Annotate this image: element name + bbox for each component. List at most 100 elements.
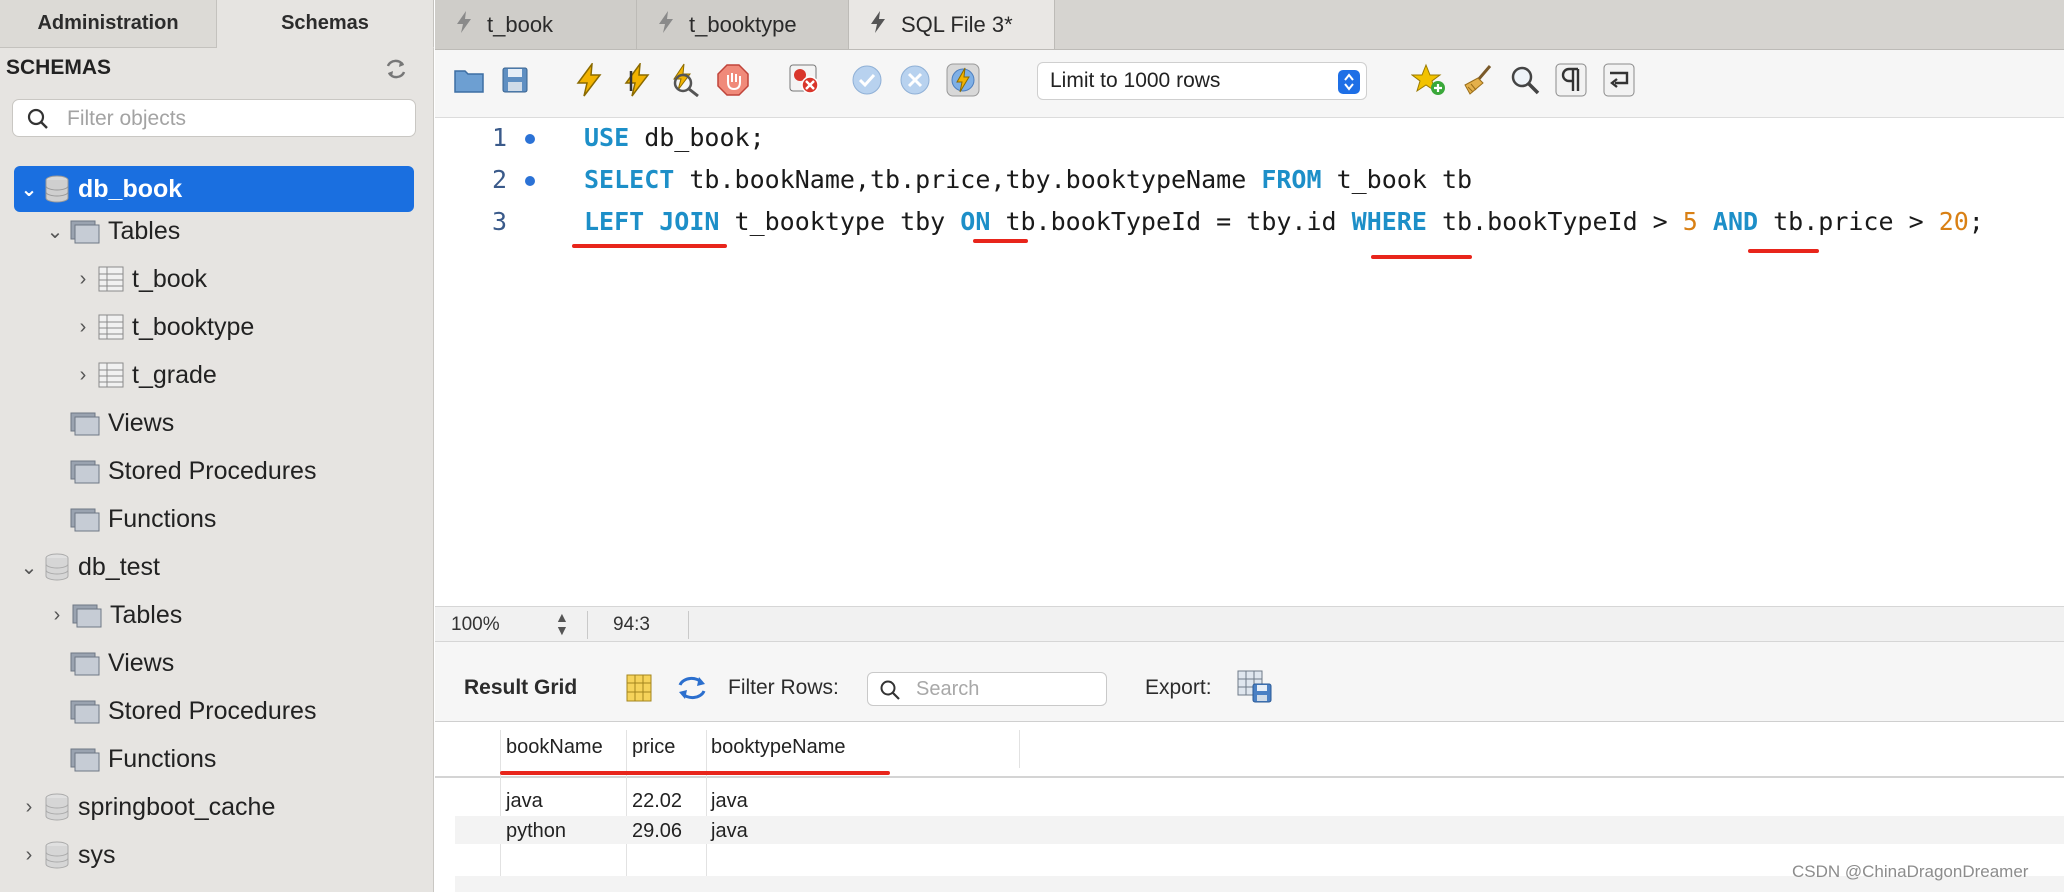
chevron-right-icon[interactable]: › bbox=[46, 604, 68, 627]
editor-tab-sql-file-3[interactable]: SQL File 3* bbox=[849, 0, 1055, 49]
chevron-down-icon[interactable]: ⌄ bbox=[18, 177, 40, 202]
beautify-button[interactable] bbox=[1461, 64, 1497, 100]
column-header-booktypename[interactable]: booktypeName bbox=[711, 736, 846, 759]
schema-label: sys bbox=[78, 840, 116, 869]
divider bbox=[688, 611, 689, 639]
code-line-1: USE db_book; bbox=[584, 123, 765, 152]
tab-schemas[interactable]: Schemas bbox=[217, 0, 434, 48]
line-number: 2 bbox=[491, 165, 507, 194]
cancel-circle-icon bbox=[899, 64, 931, 101]
annotation-underline-and bbox=[1748, 249, 1819, 253]
chevron-down-icon[interactable]: ⌄ bbox=[18, 555, 40, 580]
star-plus-icon bbox=[1410, 63, 1447, 102]
explain-button[interactable] bbox=[667, 63, 703, 100]
folder-stored-procedures[interactable]: Stored Procedures bbox=[66, 688, 316, 734]
invisible-chars-button[interactable] bbox=[1553, 63, 1589, 100]
folder-views[interactable]: Views bbox=[66, 400, 174, 446]
tree-label: Functions bbox=[108, 504, 217, 533]
lightning-icon bbox=[574, 60, 604, 102]
table-t-booktype[interactable]: › t_booktype bbox=[72, 304, 255, 350]
filter-rows-input[interactable] bbox=[914, 676, 1100, 702]
open-file-button[interactable] bbox=[451, 64, 487, 100]
folder-icon bbox=[70, 410, 100, 436]
execute-current-button[interactable] bbox=[619, 60, 655, 102]
folder-icon bbox=[70, 458, 100, 484]
export-icon[interactable] bbox=[1237, 670, 1273, 709]
refresh-icon[interactable] bbox=[675, 674, 709, 707]
schema-springboot-cache[interactable]: › springboot_cache bbox=[18, 784, 276, 830]
folder-icon bbox=[70, 218, 100, 244]
column-divider bbox=[626, 730, 627, 892]
folder-functions[interactable]: Functions bbox=[66, 736, 216, 782]
sql-editor[interactable]: 1 2 3 USE db_book; SELECT tb.bookName,tb… bbox=[435, 118, 2064, 606]
broom-icon bbox=[1462, 63, 1496, 102]
stop-button[interactable] bbox=[715, 63, 751, 101]
tree-label: Stored Procedures bbox=[108, 456, 317, 485]
stop-error-icon bbox=[788, 63, 822, 102]
stop-icon bbox=[717, 63, 749, 101]
column-header-price[interactable]: price bbox=[632, 736, 675, 759]
folder-views[interactable]: Views bbox=[66, 640, 174, 686]
column-header-bookname[interactable]: bookName bbox=[506, 736, 603, 759]
save-button[interactable] bbox=[497, 64, 533, 100]
wrap-lines-button[interactable] bbox=[1601, 63, 1637, 102]
filter-rows-label: Filter Rows: bbox=[728, 676, 839, 699]
chevron-right-icon[interactable]: › bbox=[18, 796, 40, 819]
execute-button[interactable] bbox=[571, 60, 607, 102]
folder-tables[interactable]: › Tables bbox=[46, 592, 183, 638]
save-icon bbox=[501, 66, 529, 99]
table-cell: 22.02 bbox=[632, 790, 683, 812]
add-snippet-button[interactable] bbox=[1410, 63, 1447, 102]
folder-functions[interactable]: Functions bbox=[66, 496, 216, 542]
folder-icon bbox=[70, 650, 100, 676]
result-toolbar: Result Grid Filter Rows: Export: bbox=[435, 642, 2064, 722]
chevron-right-icon[interactable]: › bbox=[72, 268, 94, 291]
rollback-button[interactable] bbox=[897, 64, 933, 100]
table-cell: 29.06 bbox=[632, 820, 683, 842]
table-t-book[interactable]: › t_book bbox=[72, 256, 207, 302]
code-text: db_book; bbox=[629, 123, 765, 152]
chevron-right-icon[interactable]: › bbox=[18, 844, 40, 867]
editor-tab-t-booktype[interactable]: t_booktype bbox=[637, 0, 849, 49]
schema-db-test[interactable]: ⌄ db_test bbox=[18, 544, 160, 590]
schema-db-book[interactable]: ⌄ db_book bbox=[14, 166, 414, 212]
folder-tables[interactable]: ⌄ Tables bbox=[44, 208, 181, 254]
commit-button[interactable] bbox=[849, 64, 885, 100]
table-row-band bbox=[455, 816, 2064, 844]
refresh-icon[interactable] bbox=[384, 58, 408, 80]
limit-rows-value: Limit to 1000 rows bbox=[1050, 69, 1221, 92]
keyword-from: FROM bbox=[1261, 165, 1322, 194]
schema-sys[interactable]: › sys bbox=[18, 832, 116, 878]
watermark: CSDN @ChinaDragonDreamer bbox=[1792, 862, 2029, 881]
chevron-down-icon[interactable]: ⌄ bbox=[44, 219, 66, 244]
stepper-arrows-icon[interactable]: ▲ ▼ bbox=[555, 610, 569, 637]
tree-label: Tables bbox=[110, 600, 183, 629]
wrap-icon bbox=[1603, 63, 1635, 102]
tree-label: Tables bbox=[108, 216, 181, 245]
schema-label: db_book bbox=[78, 174, 183, 203]
folder-stored-procedures[interactable]: Stored Procedures bbox=[66, 448, 316, 494]
code-text: tb.bookTypeId = tby.id bbox=[990, 207, 1352, 236]
table-cell: java bbox=[506, 790, 543, 812]
filter-objects-input[interactable] bbox=[65, 104, 405, 134]
code-text: ; bbox=[1968, 207, 1984, 236]
chevron-right-icon[interactable]: › bbox=[72, 316, 94, 339]
chevron-right-icon[interactable]: › bbox=[72, 364, 94, 387]
tab-administration[interactable]: Administration bbox=[0, 0, 217, 48]
check-circle-icon bbox=[851, 64, 883, 101]
find-button[interactable] bbox=[1507, 64, 1543, 100]
grid-view-icon[interactable] bbox=[626, 674, 652, 707]
magnifier-icon bbox=[1509, 64, 1541, 101]
lightning-cursor-icon bbox=[622, 60, 652, 102]
schema-label: db_test bbox=[78, 552, 161, 581]
table-t-grade[interactable]: › t_grade bbox=[72, 352, 217, 398]
stop-on-error-button[interactable] bbox=[787, 64, 823, 100]
keyword-left-join: LEFT JOIN bbox=[584, 207, 720, 236]
cursor-position: 94:3 bbox=[613, 614, 650, 635]
autocommit-toggle[interactable] bbox=[945, 63, 981, 100]
zoom-level[interactable]: 100% bbox=[451, 614, 500, 636]
result-grid-title: Result Grid bbox=[464, 676, 578, 699]
editor-tab-t-book[interactable]: t_book bbox=[435, 0, 637, 49]
tab-label: t_book bbox=[487, 11, 554, 37]
limit-rows-select[interactable]: Limit to 1000 rows bbox=[1037, 62, 1367, 100]
